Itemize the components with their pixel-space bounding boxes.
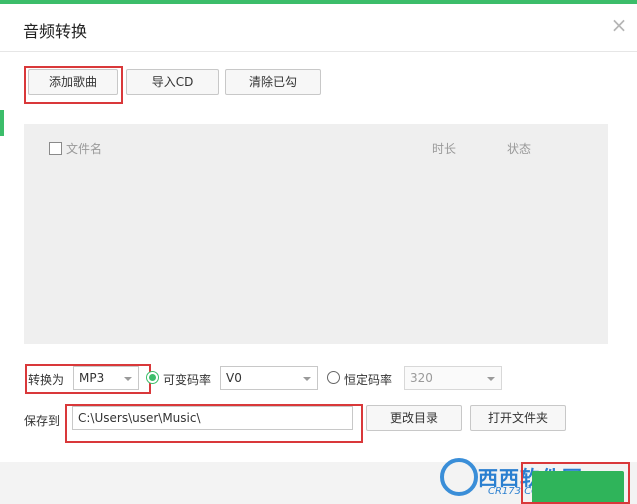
vbr-radio[interactable] — [146, 371, 159, 384]
clear-checked-button[interactable]: 清除已勾 — [225, 69, 321, 95]
cbr-select[interactable]: 320 — [404, 366, 502, 390]
import-cd-button[interactable]: 导入CD — [126, 69, 219, 95]
select-all-checkbox[interactable] — [49, 142, 62, 155]
save-to-label: 保存到 — [24, 414, 61, 428]
start-convert-button[interactable] — [532, 471, 624, 504]
change-directory-button[interactable]: 更改目录 — [366, 405, 462, 431]
cbr-value: 320 — [410, 371, 433, 385]
add-song-button[interactable]: 添加歌曲 — [28, 69, 118, 95]
open-folder-button[interactable]: 打开文件夹 — [470, 405, 566, 431]
chevron-down-icon — [303, 377, 311, 381]
column-header-filename[interactable]: 文件名 — [66, 140, 102, 157]
convert-to-label: 转换为 — [28, 373, 65, 387]
chevron-down-icon — [487, 377, 495, 381]
save-path-field[interactable]: C:\Users\user\Music\ — [72, 406, 353, 430]
close-icon[interactable]: × — [609, 15, 629, 35]
title-divider — [0, 51, 637, 52]
vbr-label: 可变码率 — [163, 373, 212, 387]
column-header-duration[interactable]: 时长 — [432, 140, 456, 157]
format-value: MP3 — [79, 371, 105, 385]
cbr-label: 恒定码率 — [344, 373, 393, 387]
watermark-logo-icon — [440, 458, 478, 496]
file-list: 文件名 时长 状态 — [24, 124, 608, 344]
column-header-status[interactable]: 状态 — [507, 140, 531, 157]
vbr-select[interactable]: V0 — [220, 366, 318, 390]
format-select[interactable]: MP3 — [73, 366, 139, 390]
cbr-radio[interactable] — [327, 371, 340, 384]
chevron-down-icon — [124, 377, 132, 381]
left-accent-marker — [0, 110, 4, 136]
dialog-title: 音频转换 — [23, 22, 88, 41]
vbr-value: V0 — [226, 371, 242, 385]
